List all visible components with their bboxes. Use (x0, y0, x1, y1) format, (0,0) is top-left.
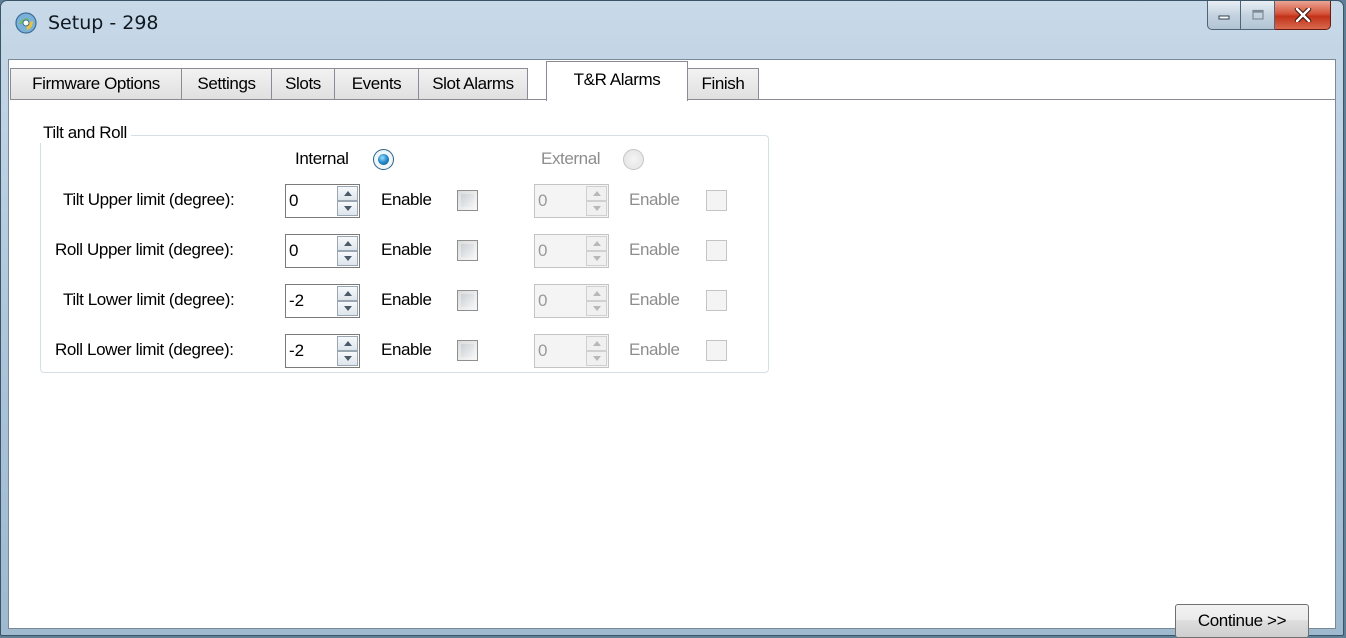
tr-alarms-page: Tilt and Roll Internal External Tilt Upp… (9, 100, 1335, 638)
radio-selected-dot (378, 154, 389, 165)
tab-strip: Firmware Options Settings Slots Events S… (10, 60, 1336, 101)
internal-label: Internal (295, 149, 349, 168)
tilt-lower-internal-enable-label: Enable (381, 290, 432, 309)
tilt-upper-limit-label: Tilt Upper limit (degree): (63, 190, 235, 209)
arrow-down-icon (593, 206, 601, 211)
maximize-button[interactable] (1241, 1, 1275, 30)
spinner-value: 0 (538, 191, 548, 210)
arrow-down-icon (344, 356, 352, 361)
roll-lower-limit-label: Roll Lower limit (degree): (55, 340, 234, 359)
spin-down-button[interactable] (586, 251, 607, 266)
arrow-up-icon (593, 341, 601, 346)
roll-lower-internal-enable-label: Enable (381, 340, 432, 359)
spin-up-button[interactable] (337, 186, 358, 201)
spin-up-button[interactable] (586, 336, 607, 351)
roll-upper-external-enable-label: Enable (629, 240, 680, 259)
dialog-client-area: Firmware Options Settings Slots Events S… (8, 59, 1336, 638)
spin-down-button[interactable] (337, 251, 358, 266)
group-title: Tilt and Roll (40, 123, 131, 143)
spinner-value: 0 (538, 341, 548, 360)
tab-finish[interactable]: Finish (687, 68, 759, 99)
setup-app-icon (15, 12, 37, 34)
arrow-up-icon (344, 291, 352, 296)
arrow-down-icon (593, 306, 601, 311)
arrow-up-icon (593, 291, 601, 296)
spin-up-button[interactable] (337, 286, 358, 301)
arrow-up-icon (344, 241, 352, 246)
minimize-button[interactable] (1207, 1, 1241, 30)
close-icon (1294, 8, 1311, 22)
arrow-down-icon (593, 356, 601, 361)
tab-tr-alarms[interactable]: T&R Alarms (546, 61, 688, 101)
roll-upper-internal-enable-label: Enable (381, 240, 432, 259)
tilt-upper-external-enable-label: Enable (629, 190, 680, 209)
window-title: Setup - 298 (48, 12, 159, 34)
tab-firmware-options[interactable]: Firmware Options (10, 68, 182, 99)
arrow-down-icon (593, 256, 601, 261)
external-radio[interactable] (623, 149, 644, 170)
internal-radio[interactable] (373, 149, 394, 170)
tilt-upper-internal-spinner[interactable]: 0 (285, 184, 360, 218)
tab-events[interactable]: Events (334, 68, 419, 99)
tilt-lower-external-enable-label: Enable (629, 290, 680, 309)
roll-lower-external-enable-label: Enable (629, 340, 680, 359)
spin-up-button[interactable] (586, 286, 607, 301)
arrow-up-icon (593, 241, 601, 246)
spin-up-button[interactable] (586, 236, 607, 251)
arrow-down-icon (344, 206, 352, 211)
roll-upper-limit-label: Roll Upper limit (degree): (55, 240, 234, 259)
arrow-up-icon (593, 191, 601, 196)
roll-upper-external-enable-checkbox[interactable] (706, 240, 727, 261)
roll-lower-internal-spinner[interactable]: -2 (285, 334, 360, 368)
tilt-upper-external-spinner[interactable]: 0 (534, 184, 609, 218)
roll-upper-internal-spinner[interactable]: 0 (285, 234, 360, 268)
spinner-value: -2 (289, 341, 305, 360)
roll-lower-external-enable-checkbox[interactable] (706, 340, 727, 361)
spin-up-button[interactable] (337, 236, 358, 251)
title-bar[interactable]: Setup - 298 (1, 1, 1343, 45)
roll-upper-internal-enable-checkbox[interactable] (457, 240, 478, 261)
roll-lower-external-spinner[interactable]: 0 (534, 334, 609, 368)
spin-down-button[interactable] (337, 351, 358, 366)
tab-slots[interactable]: Slots (271, 68, 335, 99)
tilt-upper-external-enable-checkbox[interactable] (706, 190, 727, 211)
spin-down-button[interactable] (586, 201, 607, 216)
arrow-down-icon (344, 256, 352, 261)
spin-down-button[interactable] (337, 201, 358, 216)
spinner-value: 0 (538, 241, 548, 260)
tilt-upper-internal-enable-label: Enable (381, 190, 432, 209)
tilt-lower-internal-spinner[interactable]: -2 (285, 284, 360, 318)
spinner-value: -2 (289, 291, 305, 310)
spin-down-button[interactable] (586, 351, 607, 366)
caption-buttons (1207, 1, 1331, 31)
tilt-lower-external-enable-checkbox[interactable] (706, 290, 727, 311)
setup-window: Setup - 298 Firmware Options Settings Sl… (0, 0, 1344, 638)
continue-button[interactable]: Continue >> (1175, 604, 1309, 638)
spinner-value: 0 (289, 241, 299, 260)
minimize-icon (1218, 15, 1230, 20)
tilt-lower-external-spinner[interactable]: 0 (534, 284, 609, 318)
tilt-upper-internal-enable-checkbox[interactable] (457, 190, 478, 211)
arrow-up-icon (344, 341, 352, 346)
roll-lower-internal-enable-checkbox[interactable] (457, 340, 478, 361)
roll-upper-external-spinner[interactable]: 0 (534, 234, 609, 268)
close-button[interactable] (1275, 1, 1331, 30)
arrow-down-icon (344, 306, 352, 311)
spin-down-button[interactable] (586, 301, 607, 316)
tilt-lower-limit-label: Tilt Lower limit (degree): (63, 290, 235, 309)
spinner-value: 0 (538, 291, 548, 310)
tab-slot-alarms[interactable]: Slot Alarms (418, 68, 528, 99)
external-label: External (541, 149, 601, 168)
maximize-icon (1251, 9, 1264, 20)
spin-down-button[interactable] (337, 301, 358, 316)
spinner-value: 0 (289, 191, 299, 210)
spin-up-button[interactable] (586, 186, 607, 201)
arrow-up-icon (344, 191, 352, 196)
spin-up-button[interactable] (337, 336, 358, 351)
tilt-lower-internal-enable-checkbox[interactable] (457, 290, 478, 311)
tab-settings[interactable]: Settings (181, 68, 272, 99)
